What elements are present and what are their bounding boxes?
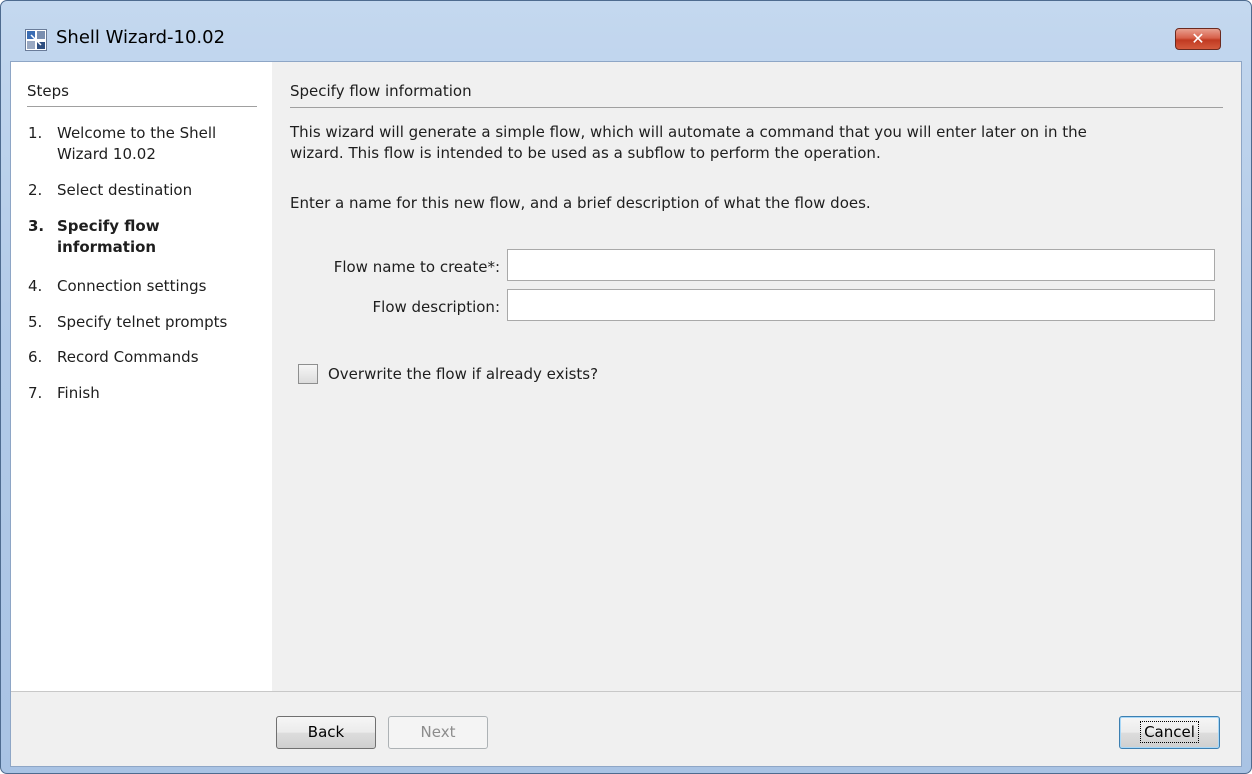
step-specify-flow-information: 3. Specify flow information [27,216,267,258]
step-number: 2. [28,181,43,199]
section-title: Specify flow information [290,82,1223,108]
flow-description-input[interactable] [507,289,1215,321]
step-welcome: 1. Welcome to the Shell Wizard 10.02 [27,123,267,165]
overwrite-checkbox-label[interactable]: Overwrite the flow if already exists? [328,364,598,384]
back-button-label: Back [307,723,345,741]
window-title: Shell Wizard-10.02 [56,27,226,48]
step-connection-settings: 4. Connection settings [27,276,267,297]
overwrite-checkbox[interactable] [298,364,318,384]
step-finish: 7. Finish [27,383,267,404]
step-label-line2: Wizard 10.02 [57,145,156,163]
step-label: Finish [57,384,100,402]
step-number: 1. [28,124,43,142]
wizard-button-bar: Back Next Cancel [11,691,1241,766]
intro-line-2: wizard. This flow is intended to be used… [290,144,881,162]
step-label: Specify flow [57,217,160,235]
instruction-text: Enter a name for this new flow, and a br… [290,194,871,212]
step-number: 7. [28,384,43,402]
flow-description-label: Flow description: [372,298,500,316]
step-label: Welcome to the Shell [57,124,217,142]
flow-name-input[interactable] [507,249,1215,281]
intro-line-1: This wizard will generate a simple flow,… [290,123,1087,141]
wizard-window: Shell Wizard-10.02 ✕ Steps 1. Welcome to… [0,0,1252,774]
next-button-label: Next [420,723,456,741]
step-number: 3. [28,217,45,235]
back-button[interactable]: Back [276,716,376,749]
step-label: Specify telnet prompts [57,313,228,331]
wizard-content: Specify flow information This wizard wil… [272,62,1243,691]
step-label-line2: information [57,238,157,256]
steps-sidebar: Steps 1. Welcome to the Shell Wizard 10.… [11,62,272,691]
step-label: Record Commands [57,348,199,366]
steps-header: Steps [27,82,257,107]
close-button[interactable]: ✕ [1175,28,1221,50]
next-button[interactable]: Next [388,716,488,749]
close-icon: ✕ [1191,29,1205,48]
step-label: Select destination [57,181,193,199]
step-record-commands: 6. Record Commands [27,347,267,368]
cancel-button-label: Cancel [1140,721,1199,743]
wizard-client-area: Steps 1. Welcome to the Shell Wizard 10.… [10,61,1242,767]
flow-name-label: Flow name to create*: [333,258,500,276]
cancel-button[interactable]: Cancel [1119,716,1220,749]
step-label: Connection settings [57,277,207,295]
step-number: 6. [28,348,43,366]
step-select-destination: 2. Select destination [27,180,267,201]
wizard-app-icon [25,29,47,51]
step-number: 5. [28,313,43,331]
title-bar[interactable]: Shell Wizard-10.02 ✕ [1,1,1251,61]
intro-text: This wizard will generate a simple flow,… [290,122,1223,164]
step-specify-telnet-prompts: 5. Specify telnet prompts [27,312,267,333]
step-number: 4. [28,277,43,295]
